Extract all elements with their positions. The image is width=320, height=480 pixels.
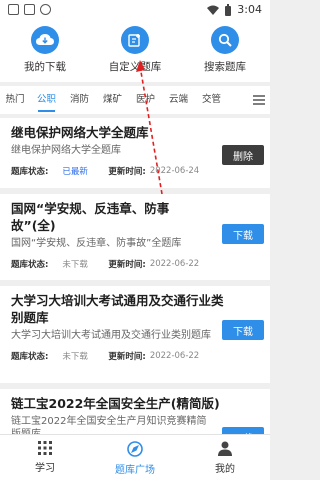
list-item[interactable]: 国网“学安规、反违章、防事故”(全) 国网“学安规、反违章、防事故”全题库 题库… xyxy=(0,194,270,280)
bank-title: 大学习大培训大考试通用及交通行业类别题库 xyxy=(11,293,224,325)
status-value: 未下载 xyxy=(62,260,88,270)
nav-question-square-label: 题库广场 xyxy=(115,465,155,476)
nav-question-square[interactable]: 题库广场 xyxy=(90,435,180,480)
cloud-download-icon xyxy=(31,26,59,54)
bank-title: 国网“学安规、反违章、防事故”(全) xyxy=(11,201,170,233)
bank-meta: 题库状态: 未下载 更新时间: 2022-06-22 xyxy=(11,350,264,362)
status-key: 题库状态: xyxy=(11,352,49,362)
download-button[interactable]: 下载 xyxy=(222,427,264,434)
app-notification-icon xyxy=(8,4,19,15)
nav-profile-label: 我的 xyxy=(215,464,235,475)
system-icons: 3:04 xyxy=(207,3,262,16)
status-value: 未下载 xyxy=(62,352,88,362)
wifi-icon xyxy=(207,5,220,15)
my-downloads-label: 我的下载 xyxy=(24,61,66,73)
nav-profile[interactable]: 我的 xyxy=(180,435,270,480)
grid-icon xyxy=(38,441,52,455)
list-item[interactable]: 链工宝2022年全国安全生产(精简版) 链工宝2022年全国安全生产月知识竞赛精… xyxy=(0,389,270,434)
edit-note-icon xyxy=(121,26,149,54)
tab-medical[interactable]: 医护 xyxy=(129,86,162,114)
app-notification-icon xyxy=(24,4,35,15)
bank-meta: 题库状态: 未下载 更新时间: 2022-06-22 xyxy=(11,258,264,270)
status-time: 3:04 xyxy=(237,3,262,16)
status-key: 题库状态: xyxy=(11,260,49,270)
list-item[interactable]: 继电保护网络大学全题库 继电保护网络大学全题库 题库状态: 已最新 更新时间: … xyxy=(0,118,270,188)
status-key: 题库状态: xyxy=(11,167,49,177)
tab-traffic[interactable]: 交管 xyxy=(195,86,228,114)
update-date: 2022-06-24 xyxy=(149,166,200,176)
bank-description: 大学习大培训大考试通用及交通行业类别题库 xyxy=(11,330,211,341)
menu-icon xyxy=(253,95,265,105)
my-downloads-button[interactable]: 我的下载 xyxy=(0,20,90,82)
time-key: 更新时间: xyxy=(108,167,146,177)
bank-meta: 题库状态: 已最新 更新时间: 2022-06-24 xyxy=(11,165,264,177)
battery-icon xyxy=(225,3,232,16)
update-date: 2022-06-22 xyxy=(149,351,200,361)
custom-bank-button[interactable]: 自定义题库 xyxy=(90,20,180,82)
person-icon xyxy=(218,441,232,456)
download-button[interactable]: 下载 xyxy=(222,320,264,340)
nav-study-label: 学习 xyxy=(35,463,55,474)
tab-hot[interactable]: 热门 xyxy=(0,86,30,114)
category-tabs: 热门 公职 消防 煤矿 医护 云端 交管 xyxy=(0,86,270,114)
time-key: 更新时间: xyxy=(108,352,146,362)
search-bank-label: 搜索题库 xyxy=(204,61,246,73)
nav-study[interactable]: 学习 xyxy=(0,435,90,480)
status-value: 已最新 xyxy=(62,167,88,177)
app-notification-icon xyxy=(40,4,51,15)
tab-fire-safety[interactable]: 消防 xyxy=(63,86,96,114)
download-button[interactable]: 下载 xyxy=(222,224,264,244)
tab-cloud[interactable]: 云端 xyxy=(162,86,195,114)
time-key: 更新时间: xyxy=(108,260,146,270)
bank-title: 链工宝2022年全国安全生产(精简版) xyxy=(11,396,220,411)
status-bar: 3:04 xyxy=(0,0,270,20)
tab-civil-service[interactable]: 公职 xyxy=(30,86,63,114)
tab-coal-mine[interactable]: 煤矿 xyxy=(96,86,129,114)
delete-button[interactable]: 删除 xyxy=(222,145,264,165)
bank-description: 链工宝2022年全国安全生产月知识竞赛精简版题库 xyxy=(11,416,207,434)
bank-title: 继电保护网络大学全题库 xyxy=(11,125,149,140)
question-bank-list: 继电保护网络大学全题库 继电保护网络大学全题库 题库状态: 已最新 更新时间: … xyxy=(0,118,270,434)
search-bank-button[interactable]: 搜索题库 xyxy=(180,20,270,82)
update-date: 2022-06-22 xyxy=(149,259,200,269)
list-item[interactable]: 大学习大培训大考试通用及交通行业类别题库 大学习大培训大考试通用及交通行业类别题… xyxy=(0,286,270,383)
compass-icon xyxy=(127,441,143,457)
tabs-menu-button[interactable] xyxy=(248,86,270,114)
bottom-navigation: 学习 题库广场 我的 xyxy=(0,434,270,480)
custom-bank-label: 自定义题库 xyxy=(108,61,162,73)
quick-actions: 我的下载 自定义题库 搜索题库 xyxy=(0,20,270,82)
search-icon xyxy=(211,26,239,54)
notification-icons xyxy=(8,4,51,15)
